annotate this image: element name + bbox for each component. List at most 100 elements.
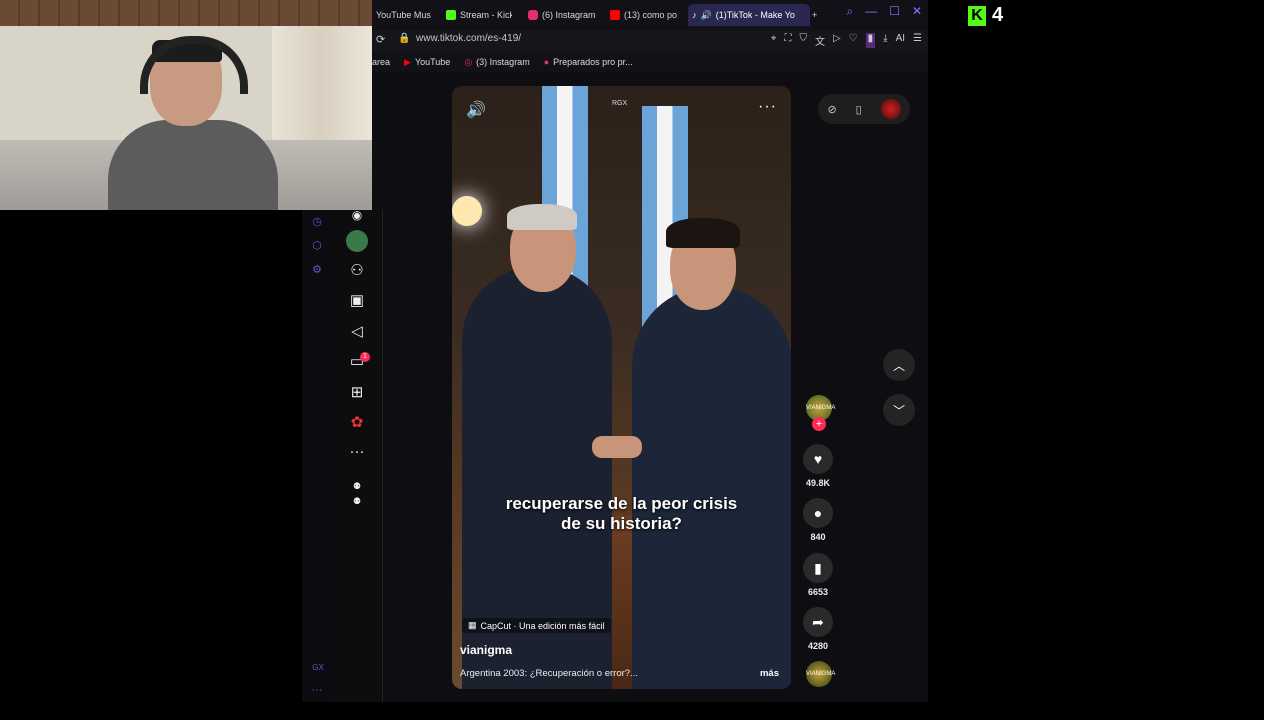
like-button[interactable]: ♥ xyxy=(803,444,833,474)
following-avatars-icon[interactable]: ⚉ xyxy=(346,490,368,512)
maximize-button[interactable]: ☐ xyxy=(889,4,900,19)
music-disc[interactable]: VIANIGMA xyxy=(806,661,835,687)
like-action: ♥ 49.8K xyxy=(803,444,833,488)
streamer-body xyxy=(108,120,278,210)
capcut-tag[interactable]: ▦ CapCut · Una edición más fácil xyxy=(462,618,611,633)
minimize-button[interactable]: — xyxy=(865,4,877,19)
phone-icon[interactable]: ▯ xyxy=(856,103,862,116)
upload-icon[interactable]: ⊞ xyxy=(346,382,368,404)
bookmark-label: area xyxy=(372,57,391,67)
webcam-ceiling xyxy=(0,0,372,26)
tiktok-icon: ♪ xyxy=(692,10,697,20)
chevron-down-icon: ﹀ xyxy=(892,403,905,418)
webcam-overlay xyxy=(0,0,372,210)
explore-icon[interactable]: ◉ xyxy=(346,204,368,226)
studio-light xyxy=(452,196,482,226)
pin-icon[interactable]: ⌖ xyxy=(771,33,777,48)
user-avatar-icon[interactable] xyxy=(880,99,901,119)
bookmarks-bar: area ▶ YouTube ◎ (3) Instagram ● Preparados… xyxy=(372,52,928,72)
video-description: Argentina 2003: ¿Recuperación o error?..… xyxy=(460,668,638,679)
more-link[interactable]: más xyxy=(760,668,779,679)
follow-button[interactable]: + xyxy=(812,417,826,431)
bookmark-preparados[interactable]: ● Preparados pro pr... xyxy=(544,57,633,67)
settings-icon[interactable]: ⚙ xyxy=(311,264,323,276)
save-count: 6653 xyxy=(807,587,829,597)
caption-line: de su historia? xyxy=(561,514,682,533)
comment-button[interactable]: ● xyxy=(803,498,833,528)
more-options-icon[interactable]: ··· xyxy=(758,98,777,116)
new-tab-button[interactable]: + xyxy=(812,4,824,26)
download-icon[interactable]: ⤓ xyxy=(883,33,887,48)
live-icon[interactable]: ▣ xyxy=(346,290,368,312)
video-player[interactable]: 🔊 RGX ··· recuperarse de la peor crisis … xyxy=(452,86,791,689)
youtube-icon: ▶ xyxy=(404,56,411,67)
reload-icon[interactable]: ⟳ xyxy=(376,33,385,46)
instagram-icon: ◎ xyxy=(464,56,473,67)
bookmark-label: (3) Instagram xyxy=(476,57,530,67)
plus-icon: + xyxy=(812,10,818,20)
video-caption: recuperarse de la peor crisis de su hist… xyxy=(452,494,791,534)
more-icon[interactable]: ··· xyxy=(346,441,368,463)
handshake xyxy=(592,436,642,458)
following-icon[interactable]: ⚇ xyxy=(346,260,368,282)
extensions-icon[interactable]: ⬡ xyxy=(311,240,323,252)
next-video-button[interactable]: ﹀ xyxy=(883,394,915,426)
author-name[interactable]: vianigma xyxy=(460,643,512,657)
opera-sidebar: ◷ ⬡ ⚙ GX ··· xyxy=(302,210,332,702)
instagram-icon xyxy=(528,10,538,20)
adblock-icon[interactable]: ⛉ xyxy=(799,33,807,48)
youtube-icon xyxy=(610,10,620,20)
bookmark-area[interactable]: area xyxy=(372,57,390,67)
tab-youtube[interactable]: (13) como po xyxy=(610,4,680,26)
kick-logo-icon: K xyxy=(968,5,986,26)
kick-icon xyxy=(446,10,456,20)
bookmark-label: YouTube xyxy=(414,57,451,67)
tab-label: Stream - Kick xyxy=(460,10,512,20)
comment-count: 840 xyxy=(810,532,826,542)
ai-icon[interactable]: AI xyxy=(896,33,905,48)
tab-instagram[interactable]: (6) Instagram xyxy=(528,4,600,26)
speaker-icon: 🔊 xyxy=(700,9,712,20)
easy-setup-icon[interactable]: ☰ xyxy=(913,33,922,48)
bookmark-youtube[interactable]: ▶ YouTube xyxy=(404,57,450,68)
history-icon[interactable]: ◷ xyxy=(311,216,323,228)
tab-youtube-music[interactable]: YouTube Mus xyxy=(376,4,432,26)
window-controls: ⌕ — ☐ ✕ xyxy=(846,4,922,19)
notification-badge: 1 xyxy=(360,352,370,362)
tab-kick[interactable]: Stream - Kick xyxy=(446,4,512,26)
compass-icon[interactable]: ⊘ xyxy=(827,103,836,116)
comment-action: ● 840 xyxy=(803,498,833,542)
bookmark-button[interactable]: ▮ xyxy=(803,553,833,583)
screenshot-icon[interactable]: ⛶ xyxy=(784,33,791,48)
top-controls: ⊘ ▯ xyxy=(818,94,910,124)
gx-label[interactable]: GX xyxy=(311,662,325,674)
profile-icon[interactable]: ✿ xyxy=(346,412,368,434)
send-icon[interactable]: ◁ xyxy=(346,321,368,343)
viewer-count: 4 xyxy=(992,4,1004,26)
previous-video-button[interactable]: ︿ xyxy=(883,349,915,381)
share-count: 4280 xyxy=(807,641,829,651)
tab-label: (13) como po xyxy=(624,10,678,20)
translate-icon[interactable]: 文 xyxy=(815,33,825,48)
close-button[interactable]: ✕ xyxy=(912,4,922,19)
man-right-hair xyxy=(666,218,740,248)
bookmark-instagram[interactable]: ◎ (3) Instagram xyxy=(464,57,529,68)
tab-tiktok[interactable]: ♪ 🔊 (1)TikTok - Make Yo xyxy=(688,4,810,26)
like-count: 49.8K xyxy=(805,478,831,488)
address-tools: ⌖ ⛶ ⛉ 文 ▷ ♡ ▮ ⤓ AI ☰ xyxy=(771,33,922,48)
bookmark-label: Preparados pro pr... xyxy=(553,57,633,67)
profile-icon[interactable]: ▮ xyxy=(865,33,876,48)
heart-icon[interactable]: ♡ xyxy=(849,33,858,48)
caption-line: recuperarse de la peor crisis xyxy=(505,494,738,513)
search-icon[interactable]: ⌕ xyxy=(846,4,853,19)
profile-avatar-icon[interactable] xyxy=(346,230,368,252)
volume-icon[interactable]: 🔊 xyxy=(466,100,486,120)
share-action: ➦ 4280 xyxy=(803,607,833,651)
tab-label: (6) Instagram xyxy=(542,10,596,20)
url-field[interactable]: www.tiktok.com/es-419/ xyxy=(416,33,521,44)
share-button[interactable]: ➦ xyxy=(803,607,833,637)
play-icon[interactable]: ▷ xyxy=(833,33,841,48)
more-icon[interactable]: ··· xyxy=(311,684,323,696)
chevron-up-icon: ︿ xyxy=(892,358,905,373)
lock-icon: 🔒 xyxy=(398,33,411,44)
